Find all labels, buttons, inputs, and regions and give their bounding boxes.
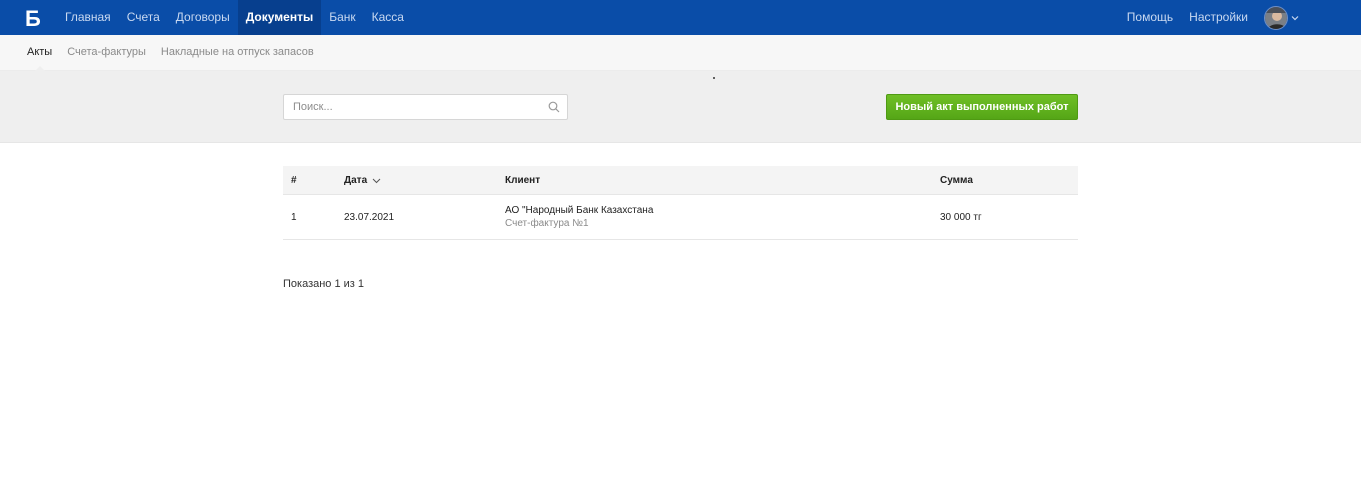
nav-item-home[interactable]: Главная [57, 0, 119, 35]
svg-text:Б: Б [25, 6, 40, 30]
avatar [1264, 5, 1288, 30]
nav-item-invoices[interactable]: Счета [119, 0, 168, 35]
row-number: 1 [291, 212, 297, 223]
main-nav: Главная Счета Договоры Документы Банк Ка… [57, 0, 412, 35]
table-header: # Дата Клиент Сумма [283, 166, 1078, 195]
nav-right: Помощь Настройки [1119, 0, 1361, 35]
new-act-button[interactable]: Новый акт выполненных работ [886, 94, 1078, 120]
nav-item-bank[interactable]: Банк [321, 0, 363, 35]
help-link[interactable]: Помощь [1119, 0, 1181, 35]
table-row[interactable]: 1 23.07.2021 АО "Народный Банк Казахстан… [283, 195, 1078, 240]
user-photo-icon [1265, 6, 1287, 29]
row-date: 23.07.2021 [344, 212, 395, 223]
subnav-item-invoice-factures[interactable]: Счета-фактуры [67, 35, 146, 71]
column-header-amount: Сумма [940, 175, 973, 186]
top-navigation-bar: Б Главная Счета Договоры Документы Банк … [0, 0, 1361, 35]
search-icon[interactable] [548, 101, 560, 113]
nav-item-documents[interactable]: Документы [237, 0, 322, 35]
sub-navigation-bar: Акты Счета-фактуры Накладные на отпуск з… [0, 35, 1361, 72]
column-header-date-label: Дата [344, 175, 368, 186]
user-menu[interactable] [1264, 5, 1299, 30]
row-amount: 30 000 тг [940, 212, 982, 223]
nav-item-cash[interactable]: Касса [364, 0, 412, 35]
column-header-date[interactable]: Дата [344, 166, 381, 195]
column-header-number: # [291, 175, 297, 186]
row-client: АО "Народный Банк Казахстана [505, 205, 654, 216]
logo-icon[interactable]: Б [24, 4, 40, 30]
row-client-document: Счет-фактура №1 [505, 218, 589, 229]
loading-dot [713, 77, 715, 79]
documents-subnav: Акты Счета-фактуры Накладные на отпуск з… [27, 35, 329, 72]
settings-link[interactable]: Настройки [1181, 0, 1256, 35]
subnav-item-waybills[interactable]: Накладные на отпуск запасов [161, 35, 314, 71]
search-input[interactable] [284, 95, 539, 119]
subnav-item-acts[interactable]: Акты [27, 35, 52, 72]
acts-table: # Дата Клиент Сумма 1 23.07.2021 АО "Нар… [283, 166, 1078, 240]
toolbar: Новый акт выполненных работ [0, 71, 1361, 143]
column-header-client: Клиент [505, 175, 541, 186]
nav-item-contracts[interactable]: Договоры [168, 0, 238, 35]
pagination-summary: Показано 1 из 1 [283, 278, 365, 290]
search-box [283, 94, 568, 120]
chevron-down-icon [1291, 15, 1299, 20]
chevron-down-icon [372, 178, 381, 184]
